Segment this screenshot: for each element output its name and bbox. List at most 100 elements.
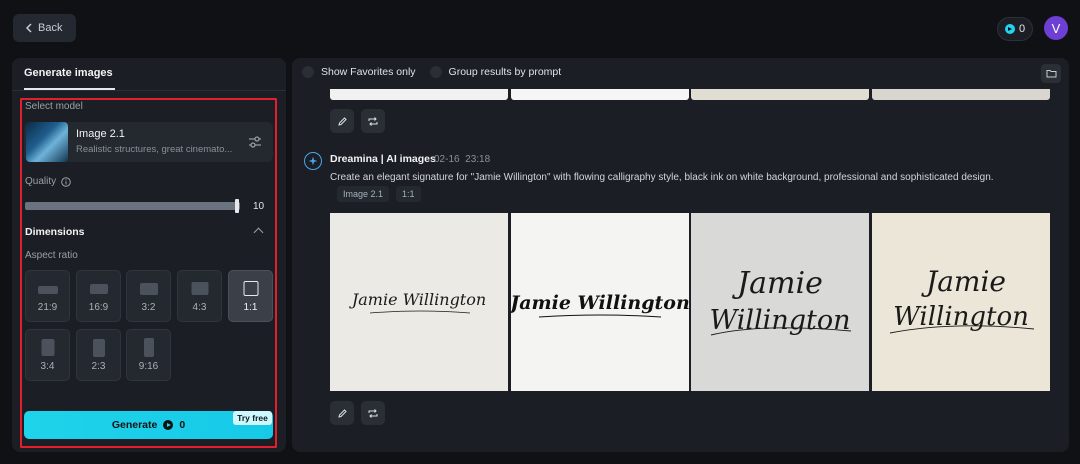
pencil-icon bbox=[337, 408, 347, 418]
credits-badge[interactable]: 0 bbox=[997, 17, 1033, 41]
model-description: Realistic structures, great cinemato... bbox=[76, 144, 233, 155]
ratio-shape bbox=[191, 282, 208, 295]
regenerate-button[interactable] bbox=[361, 109, 385, 133]
generate-panel: Generate images Select model Image 2.1 R… bbox=[12, 58, 286, 452]
chevron-up-icon[interactable] bbox=[253, 227, 264, 238]
aspect-ratio-label: Aspect ratio bbox=[25, 250, 78, 261]
ratio-16-9[interactable]: 16:9 bbox=[76, 270, 121, 322]
generated-image-3[interactable]: Jamie Willington bbox=[691, 213, 869, 391]
ratio-label: 21:9 bbox=[37, 302, 58, 313]
signature-text-line1: Jamie bbox=[921, 265, 1006, 298]
ratio-shape bbox=[243, 281, 258, 296]
model-selector[interactable]: Image 2.1 Realistic structures, great ci… bbox=[24, 122, 273, 162]
ratio-1-1[interactable]: 1:1 bbox=[228, 270, 273, 322]
edit-button[interactable] bbox=[330, 401, 354, 425]
favorites-filter[interactable]: Show Favorites only bbox=[302, 66, 416, 78]
ratio-3-2[interactable]: 3:2 bbox=[126, 270, 171, 322]
ratio-label: 9:16 bbox=[138, 361, 159, 372]
results-panel: Show Favorites only Group results by pro… bbox=[292, 58, 1069, 452]
settings-highlight: Select model Image 2.1 Realistic structu… bbox=[20, 98, 277, 448]
previous-image-4[interactable] bbox=[872, 89, 1050, 100]
repeat-icon bbox=[368, 408, 378, 418]
dreamina-logo-icon bbox=[304, 152, 322, 170]
signature-text-line2: Willington bbox=[893, 302, 1029, 332]
ratio-shape bbox=[92, 339, 105, 357]
top-bar: Back 0 V bbox=[0, 0, 1080, 56]
group-filter[interactable]: Group results by prompt bbox=[429, 66, 562, 78]
try-free-badge: Try free bbox=[233, 411, 272, 425]
signature-image: Jamie Willington bbox=[691, 213, 869, 391]
ratio-label: 16:9 bbox=[88, 302, 109, 313]
generated-image-1[interactable]: Jamie Willington bbox=[330, 213, 508, 391]
ratio-label: 4:3 bbox=[192, 302, 207, 313]
ratio-label: 2:3 bbox=[91, 361, 106, 372]
folder-icon bbox=[1046, 70, 1056, 78]
signature-image: Jamie Willington bbox=[330, 213, 508, 391]
avatar-initial: V bbox=[1051, 20, 1061, 36]
credits-count: 0 bbox=[1018, 23, 1026, 35]
ratio-2-3[interactable]: 2:3 bbox=[76, 329, 121, 381]
result-author: Dreamina | AI images bbox=[330, 153, 436, 165]
signature-text-line1: Jamie bbox=[731, 266, 823, 301]
ratio-label: 1:1 bbox=[243, 302, 258, 313]
group-label: Group results by prompt bbox=[448, 66, 562, 78]
ratio-shape bbox=[143, 338, 154, 357]
ratio-shape bbox=[139, 283, 158, 295]
ratio-9-16[interactable]: 9:16 bbox=[126, 329, 171, 381]
signature-image: Jamie Willington bbox=[872, 213, 1050, 391]
ratio-shape bbox=[41, 339, 54, 356]
edit-button[interactable] bbox=[330, 109, 354, 133]
ratio-21-9[interactable]: 21:9 bbox=[25, 270, 70, 322]
pencil-icon bbox=[337, 116, 347, 126]
model-name: Image 2.1 bbox=[76, 128, 125, 140]
back-button[interactable]: Back bbox=[13, 14, 76, 42]
dimensions-title: Dimensions bbox=[25, 226, 85, 238]
result-timestamp: 02-16 23:18 bbox=[434, 154, 490, 165]
repeat-icon bbox=[368, 116, 378, 126]
previous-image-3[interactable] bbox=[691, 89, 869, 100]
panel-tabs: Generate images bbox=[12, 58, 286, 91]
select-model-label: Select model bbox=[25, 101, 83, 112]
ratio-shape bbox=[37, 286, 58, 294]
favorites-checkbox[interactable] bbox=[302, 66, 314, 78]
sliders-icon[interactable] bbox=[248, 135, 262, 149]
sparkle-icon bbox=[308, 156, 318, 166]
back-label: Back bbox=[38, 22, 63, 34]
result-time: 23:18 bbox=[465, 154, 491, 165]
ratio-3-4[interactable]: 3:4 bbox=[25, 329, 70, 381]
signature-image: Jamie Willington bbox=[511, 213, 689, 391]
model-tag: Image 2.1 bbox=[337, 186, 390, 202]
previous-image-1[interactable] bbox=[330, 89, 508, 100]
ratio-4-3[interactable]: 4:3 bbox=[177, 270, 222, 322]
generated-image-2[interactable]: Jamie Willington bbox=[511, 213, 689, 391]
favorites-label: Show Favorites only bbox=[321, 66, 416, 78]
credit-coin-icon bbox=[1004, 24, 1015, 34]
quality-slider[interactable] bbox=[25, 202, 240, 210]
ratio-shape bbox=[89, 284, 108, 294]
result-prompt: Create an elegant signature for "Jamie W… bbox=[330, 172, 994, 183]
tab-generate-images[interactable]: Generate images bbox=[24, 58, 115, 90]
quality-value: 10 bbox=[253, 201, 265, 212]
ratio-label: 3:2 bbox=[141, 302, 156, 313]
credit-coin-icon bbox=[163, 420, 174, 430]
ratio-label: 3:4 bbox=[40, 361, 55, 372]
result-filters: Show Favorites only Group results by pro… bbox=[302, 66, 561, 78]
chevron-left-icon bbox=[25, 23, 32, 33]
quality-label-text: Quality bbox=[25, 176, 57, 187]
generated-image-4[interactable]: Jamie Willington bbox=[872, 213, 1050, 391]
generate-credits: 0 bbox=[179, 419, 186, 431]
result-date: 02-16 bbox=[434, 154, 460, 165]
info-icon[interactable] bbox=[61, 176, 71, 187]
previous-image-2[interactable] bbox=[511, 89, 689, 100]
ratio-tag: 1:1 bbox=[396, 186, 421, 202]
signature-text: Jamie Willington bbox=[349, 290, 486, 309]
signature-text: Jamie Willington bbox=[511, 292, 689, 314]
regenerate-button[interactable] bbox=[361, 401, 385, 425]
generate-label: Generate bbox=[111, 419, 158, 431]
user-avatar[interactable]: V bbox=[1044, 16, 1068, 40]
folder-button[interactable] bbox=[1041, 64, 1061, 83]
group-checkbox[interactable] bbox=[429, 66, 442, 78]
quality-slider-handle[interactable] bbox=[235, 199, 239, 213]
quality-label: Quality bbox=[25, 176, 71, 187]
model-thumbnail bbox=[26, 122, 68, 162]
